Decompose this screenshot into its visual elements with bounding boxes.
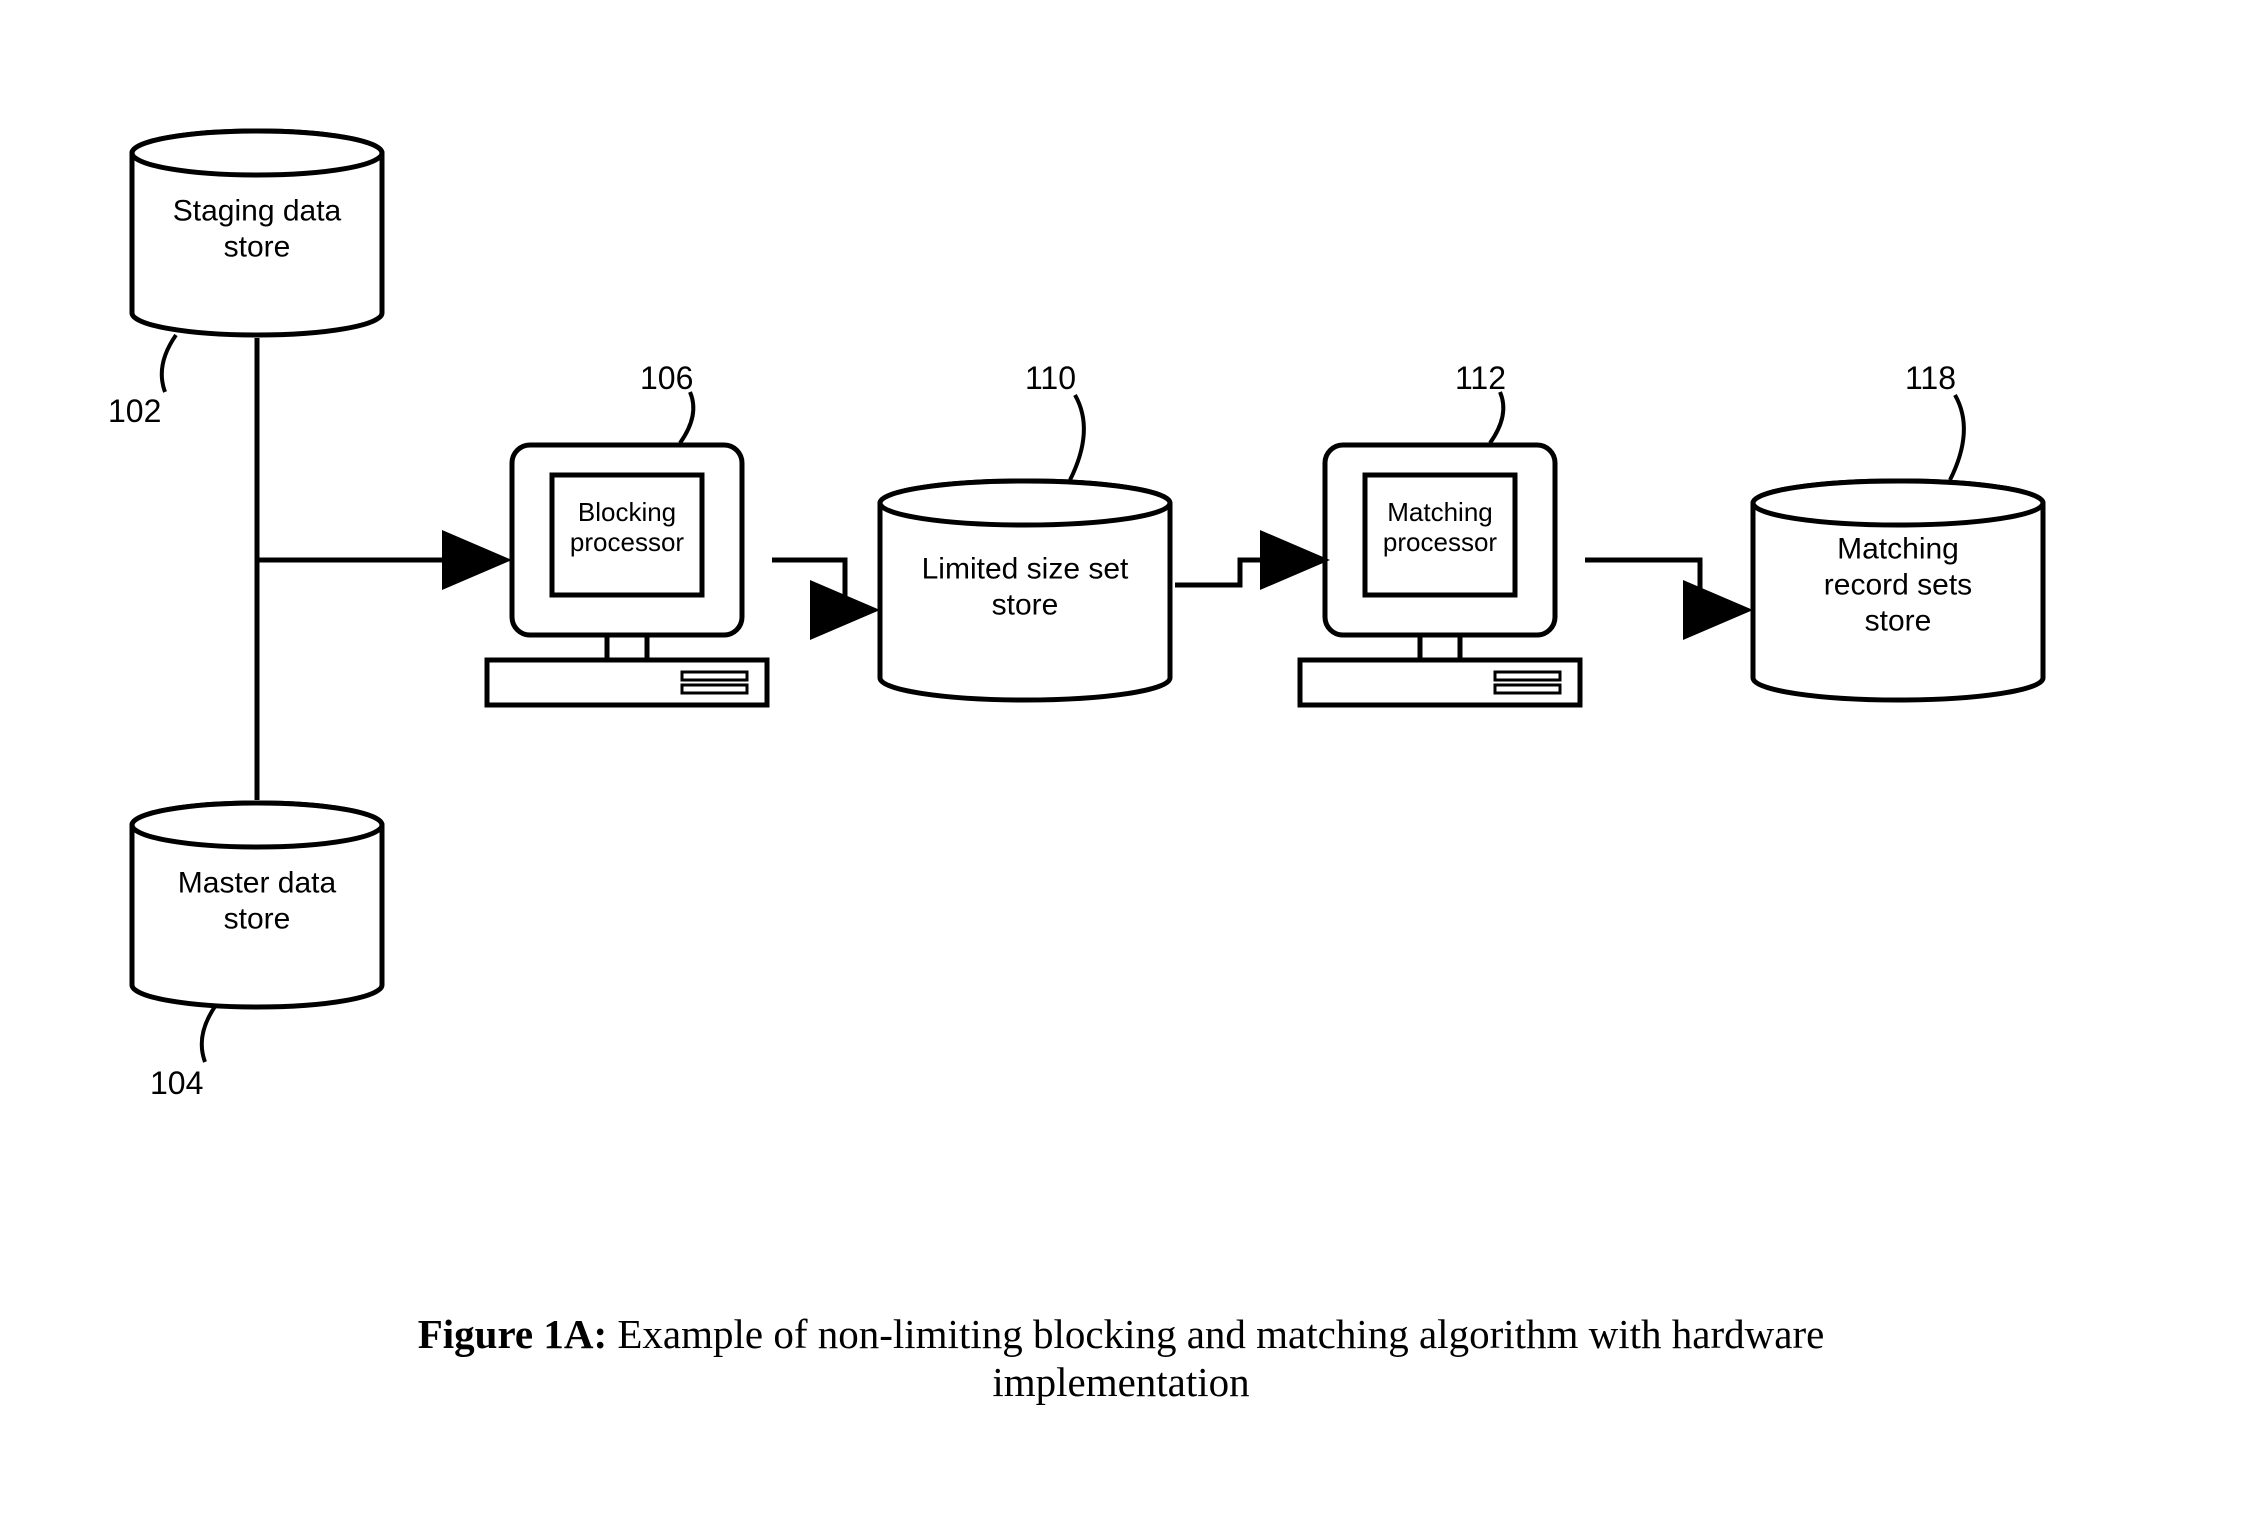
ref-112: 112 [1455, 360, 1506, 397]
leader-lines [0, 0, 2242, 1200]
ref-110: 110 [1025, 360, 1076, 397]
caption-bold: Figure 1A: [418, 1311, 607, 1357]
caption-line1-rest: Example of non-limiting blocking and mat… [607, 1311, 1824, 1357]
diagram-root: Staging data store Master data store Lim… [0, 0, 2242, 1537]
ref-104: 104 [150, 1065, 203, 1102]
ref-102: 102 [108, 393, 161, 430]
ref-118: 118 [1905, 360, 1956, 397]
figure-caption: Figure 1A: Example of non-limiting block… [0, 1310, 2242, 1406]
caption-line2: implementation [992, 1359, 1249, 1405]
ref-106: 106 [640, 360, 693, 397]
